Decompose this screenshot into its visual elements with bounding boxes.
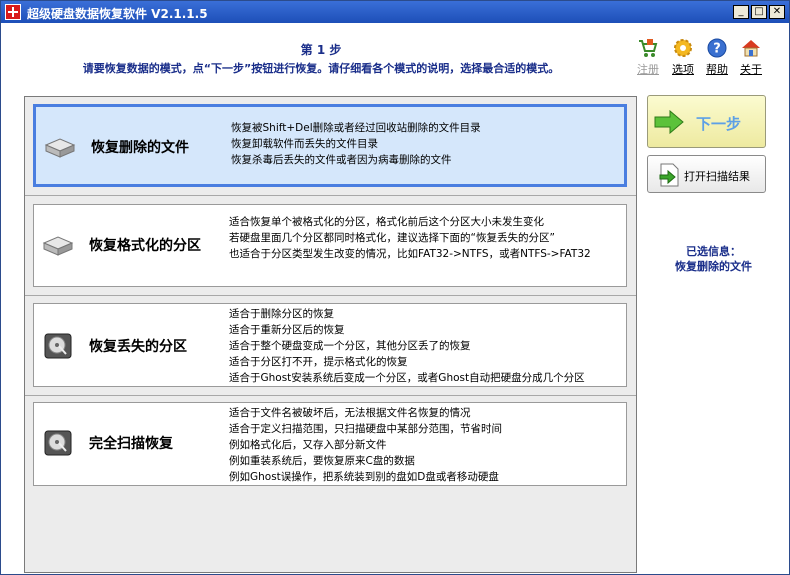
step-title: 第 1 步 (300, 43, 342, 57)
description-line: 例如重装系统后，要恢复原来C盘的数据 (229, 455, 415, 467)
app-window: 超级硬盘数据恢复软件 V2.1.1.5 _ □ ✕ 第 1 步 请要恢复数据的模… (0, 0, 790, 575)
hard-disk-icon (42, 236, 74, 256)
selected-info-value: 恢复删除的文件 (675, 260, 752, 273)
separator (25, 395, 636, 396)
register-label: 注册 (637, 63, 659, 76)
mode-title: 恢复删除的文件 (91, 140, 189, 156)
step-instruction: 请要恢复数据的模式，点“下一步”按钮进行恢复。请仔细看各个模式的说明，选择最合适… (82, 62, 560, 75)
description-line: 恢复杀毒后丢失的文件或者因为病毒删除的文件 (231, 154, 452, 166)
open-file-icon (659, 163, 679, 187)
mode-description: 恢复被Shift+Del删除或者经过回收站删除的文件目录 恢复卸载软件而丢失的文… (231, 120, 481, 168)
description-line: 例如格式化后，又存入部分新文件 (229, 439, 387, 451)
mode-recover-deleted[interactable]: 恢复删除的文件 恢复被Shift+Del删除或者经过回收站删除的文件目录 恢复卸… (33, 104, 627, 187)
description-line: 适合于整个硬盘变成一个分区，其他分区丢了的恢复 (229, 340, 471, 352)
next-step-button[interactable]: 下一步 (647, 95, 766, 148)
about-button[interactable]: 关于 (731, 37, 771, 77)
cart-icon (639, 39, 658, 57)
help-icon: ? (707, 38, 727, 58)
maximize-button[interactable]: □ (751, 5, 767, 19)
description-line: 适合于定义扫描范围，只扫描硬盘中某部分范围，节省时间 (229, 423, 502, 435)
title-bar[interactable]: 超级硬盘数据恢复软件 V2.1.1.5 _ □ ✕ (1, 1, 789, 23)
register-button[interactable]: 注册 (628, 37, 668, 77)
description-line: 也适合于分区类型发生改变的情况，比如FAT32->NTFS，或者NTFS->FA… (229, 248, 591, 260)
description-line: 适合恢复单个被格式化的分区，格式化前后这个分区大小未发生变化 (229, 216, 544, 228)
window-title: 超级硬盘数据恢复软件 V2.1.1.5 (27, 7, 208, 21)
mode-title: 恢复丢失的分区 (89, 339, 187, 355)
mode-recover-formatted[interactable]: 恢复格式化的分区 适合恢复单个被格式化的分区，格式化前后这个分区大小未发生变化 … (33, 204, 627, 287)
separator (25, 195, 636, 196)
gear-icon (674, 39, 692, 57)
help-label: 帮助 (706, 63, 728, 76)
options-label: 选项 (672, 63, 694, 76)
mode-description: 适合于删除分区的恢复 适合于重新分区后的恢复 适合于整个硬盘变成一个分区，其他分… (229, 306, 585, 386)
svg-text:?: ? (713, 42, 721, 57)
close-button[interactable]: ✕ (769, 5, 785, 19)
next-step-label: 下一步 (696, 115, 742, 133)
description-line: 例如Ghost误操作，把系统装到别的盘如D盘或者移动硬盘 (229, 471, 499, 483)
description-line: 恢复被Shift+Del删除或者经过回收站删除的文件目录 (231, 122, 481, 134)
mode-title: 完全扫描恢复 (89, 436, 173, 452)
mode-description: 适合恢复单个被格式化的分区，格式化前后这个分区大小未发生变化 若硬盘里面几个分区… (229, 214, 591, 262)
description-line: 若硬盘里面几个分区都同时格式化，建议选择下面的“恢复丢失的分区” (229, 232, 555, 244)
description-line: 适合于Ghost安装系统后变成一个分区，或者Ghost自动把硬盘分成几个分区 (229, 372, 585, 384)
hard-disk-icon (44, 138, 76, 158)
client-area: 第 1 步 请要恢复数据的模式，点“下一步”按钮进行恢复。请仔细看各个模式的说明… (1, 23, 789, 574)
selected-info-label: 已选信息： (686, 245, 741, 258)
mode-recover-lost-partition[interactable]: 恢复丢失的分区 适合于删除分区的恢复 适合于重新分区后的恢复 适合于整个硬盘变成… (33, 303, 627, 387)
description-line: 恢复卸载软件而丢失的文件目录 (231, 138, 378, 150)
mode-full-scan[interactable]: 完全扫描恢复 适合于文件名被破坏后，无法根据文件名恢复的情况 适合于定义扫描范围… (33, 402, 627, 486)
arrow-right-icon (654, 110, 684, 134)
description-line: 适合于文件名被破坏后，无法根据文件名恢复的情况 (229, 407, 471, 419)
description-line: 适合于删除分区的恢复 (229, 308, 334, 320)
open-scan-results-button[interactable]: 打开扫描结果 (647, 155, 766, 193)
description-line: 适合于重新分区后的恢复 (229, 324, 345, 336)
mode-list-panel: 恢复删除的文件 恢复被Shift+Del删除或者经过回收站删除的文件目录 恢复卸… (24, 96, 637, 573)
minimize-button[interactable]: _ (733, 5, 749, 19)
description-line: 适合于分区打不开，提示格式化的恢复 (229, 356, 408, 368)
open-scan-results-label: 打开扫描结果 (684, 170, 750, 183)
hard-disk-platter-icon (44, 333, 72, 359)
mode-title: 恢复格式化的分区 (89, 238, 201, 254)
separator (25, 295, 636, 296)
home-icon (742, 40, 760, 57)
app-logo-icon (5, 4, 21, 20)
selected-info: 已选信息： 恢复删除的文件 (641, 244, 786, 274)
mode-description: 适合于文件名被破坏后，无法根据文件名恢复的情况 适合于定义扫描范围，只扫描硬盘中… (229, 405, 502, 485)
hard-disk-platter-icon (44, 430, 72, 456)
about-label: 关于 (740, 63, 762, 76)
